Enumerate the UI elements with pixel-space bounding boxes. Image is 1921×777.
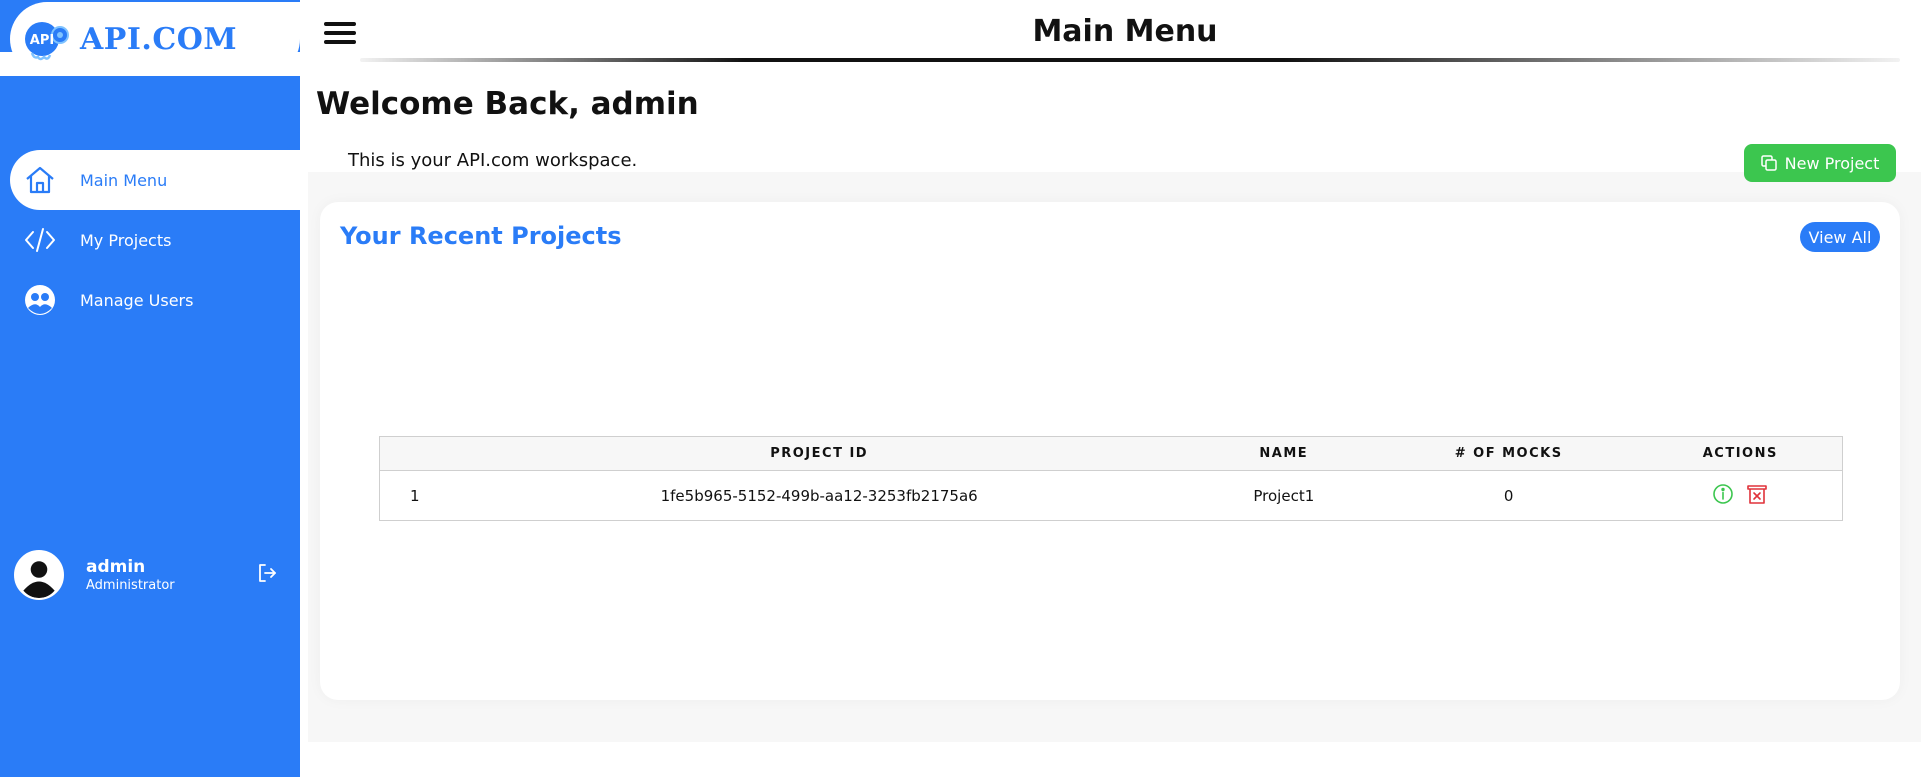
svg-text:API: API [30,33,54,48]
new-project-button[interactable]: New Project [1744,144,1896,182]
avatar[interactable] [14,550,64,600]
sidebar-nav-rest: My Projects Manage Users [0,210,300,330]
column-header-name: NAME [1188,436,1379,471]
home-icon [22,162,58,198]
user-name: admin [86,557,146,577]
welcome-heading: Welcome Back, admin [316,86,699,122]
sidebar-item-label: Manage Users [80,290,194,310]
logo-text: API.COM [80,21,238,57]
column-header-actions: ACTIONS [1638,436,1843,471]
sidebar-nav: Main Menu My Projects Manage Users [0,150,300,330]
logout-icon[interactable] [254,560,280,586]
table-header-row: PROJECT ID NAME # OF MOCKS ACTIONS [379,436,1843,471]
sidebar-item-manage-users[interactable]: Manage Users [0,270,300,330]
info-icon[interactable] [1711,482,1735,506]
page-title: Main Menu [1032,14,1218,49]
sidebar-item-my-projects[interactable]: My Projects [0,210,300,270]
table-row[interactable]: 1 1fe5b965-5152-499b-aa12-3253fb2175a6 P… [380,471,1843,521]
delete-icon[interactable] [1745,482,1769,506]
code-icon [22,222,58,258]
logo-card[interactable]: API API.COM [10,2,300,76]
user-role: Administrator [86,578,175,593]
sidebar-item-label: Main Menu [80,170,168,190]
column-header-mocks: # OF MOCKS [1378,436,1639,471]
projects-table: PROJECT ID NAME # OF MOCKS ACTIONS 1 1fe… [379,436,1843,521]
column-header-project-id: PROJECT ID [449,436,1189,471]
sidebar-item-label: My Projects [80,230,172,250]
row-actions [1639,471,1843,521]
recent-projects-title: Your Recent Projects [340,222,622,250]
user-info: admin Administrator [86,557,175,593]
new-project-label: New Project [1784,153,1880,173]
row-name: Project1 [1253,486,1315,505]
view-all-button[interactable]: View All [1800,222,1880,252]
row-project-id: 1fe5b965-5152-499b-aa12-3253fb2175a6 [660,486,978,505]
header-divider [360,58,1900,62]
column-header-index [379,436,450,471]
users-icon [22,282,58,318]
workspace-description: This is your API.com workspace. [348,150,638,171]
sidebar: API API.COM Main Menu My Projects Manage… [0,0,300,777]
copy-icon [1760,155,1777,171]
logo-icon: API [20,13,72,65]
sidebar-item-main-menu[interactable]: Main Menu [10,150,300,210]
sidebar-accent [0,76,300,152]
row-index: 1 [409,486,420,505]
user-profile: admin Administrator [14,548,290,602]
top-bar: Main Menu [300,0,1921,62]
row-mocks: 0 [1503,486,1514,505]
